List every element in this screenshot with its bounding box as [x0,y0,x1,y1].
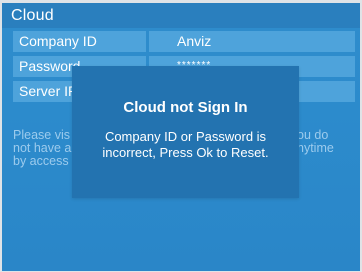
page-title: Cloud [11,7,54,24]
header-bar: Cloud [2,3,360,28]
dialog-message-line: incorrect, Press Ok to Reset. [102,145,269,160]
company-id-row: Company ID Anviz [13,31,355,52]
dialog-title: Cloud not Sign In [123,99,248,116]
cloud-settings-screen: Cloud Company ID Anviz Password ******* … [2,3,360,271]
company-id-field[interactable]: Anviz [149,31,355,52]
help-text-right: ou do nytime [297,129,355,155]
help-text-left: Please vis not have a by access [13,129,73,168]
help-line: nytime [297,141,334,155]
sign-in-error-dialog[interactable]: Cloud not Sign In Company ID or Password… [72,66,299,198]
company-id-label: Company ID [13,31,146,52]
dialog-message-line: Company ID or Password is [104,129,267,144]
dialog-message: Company ID or Password is incorrect, Pre… [80,129,291,161]
help-line: by access [13,154,69,168]
